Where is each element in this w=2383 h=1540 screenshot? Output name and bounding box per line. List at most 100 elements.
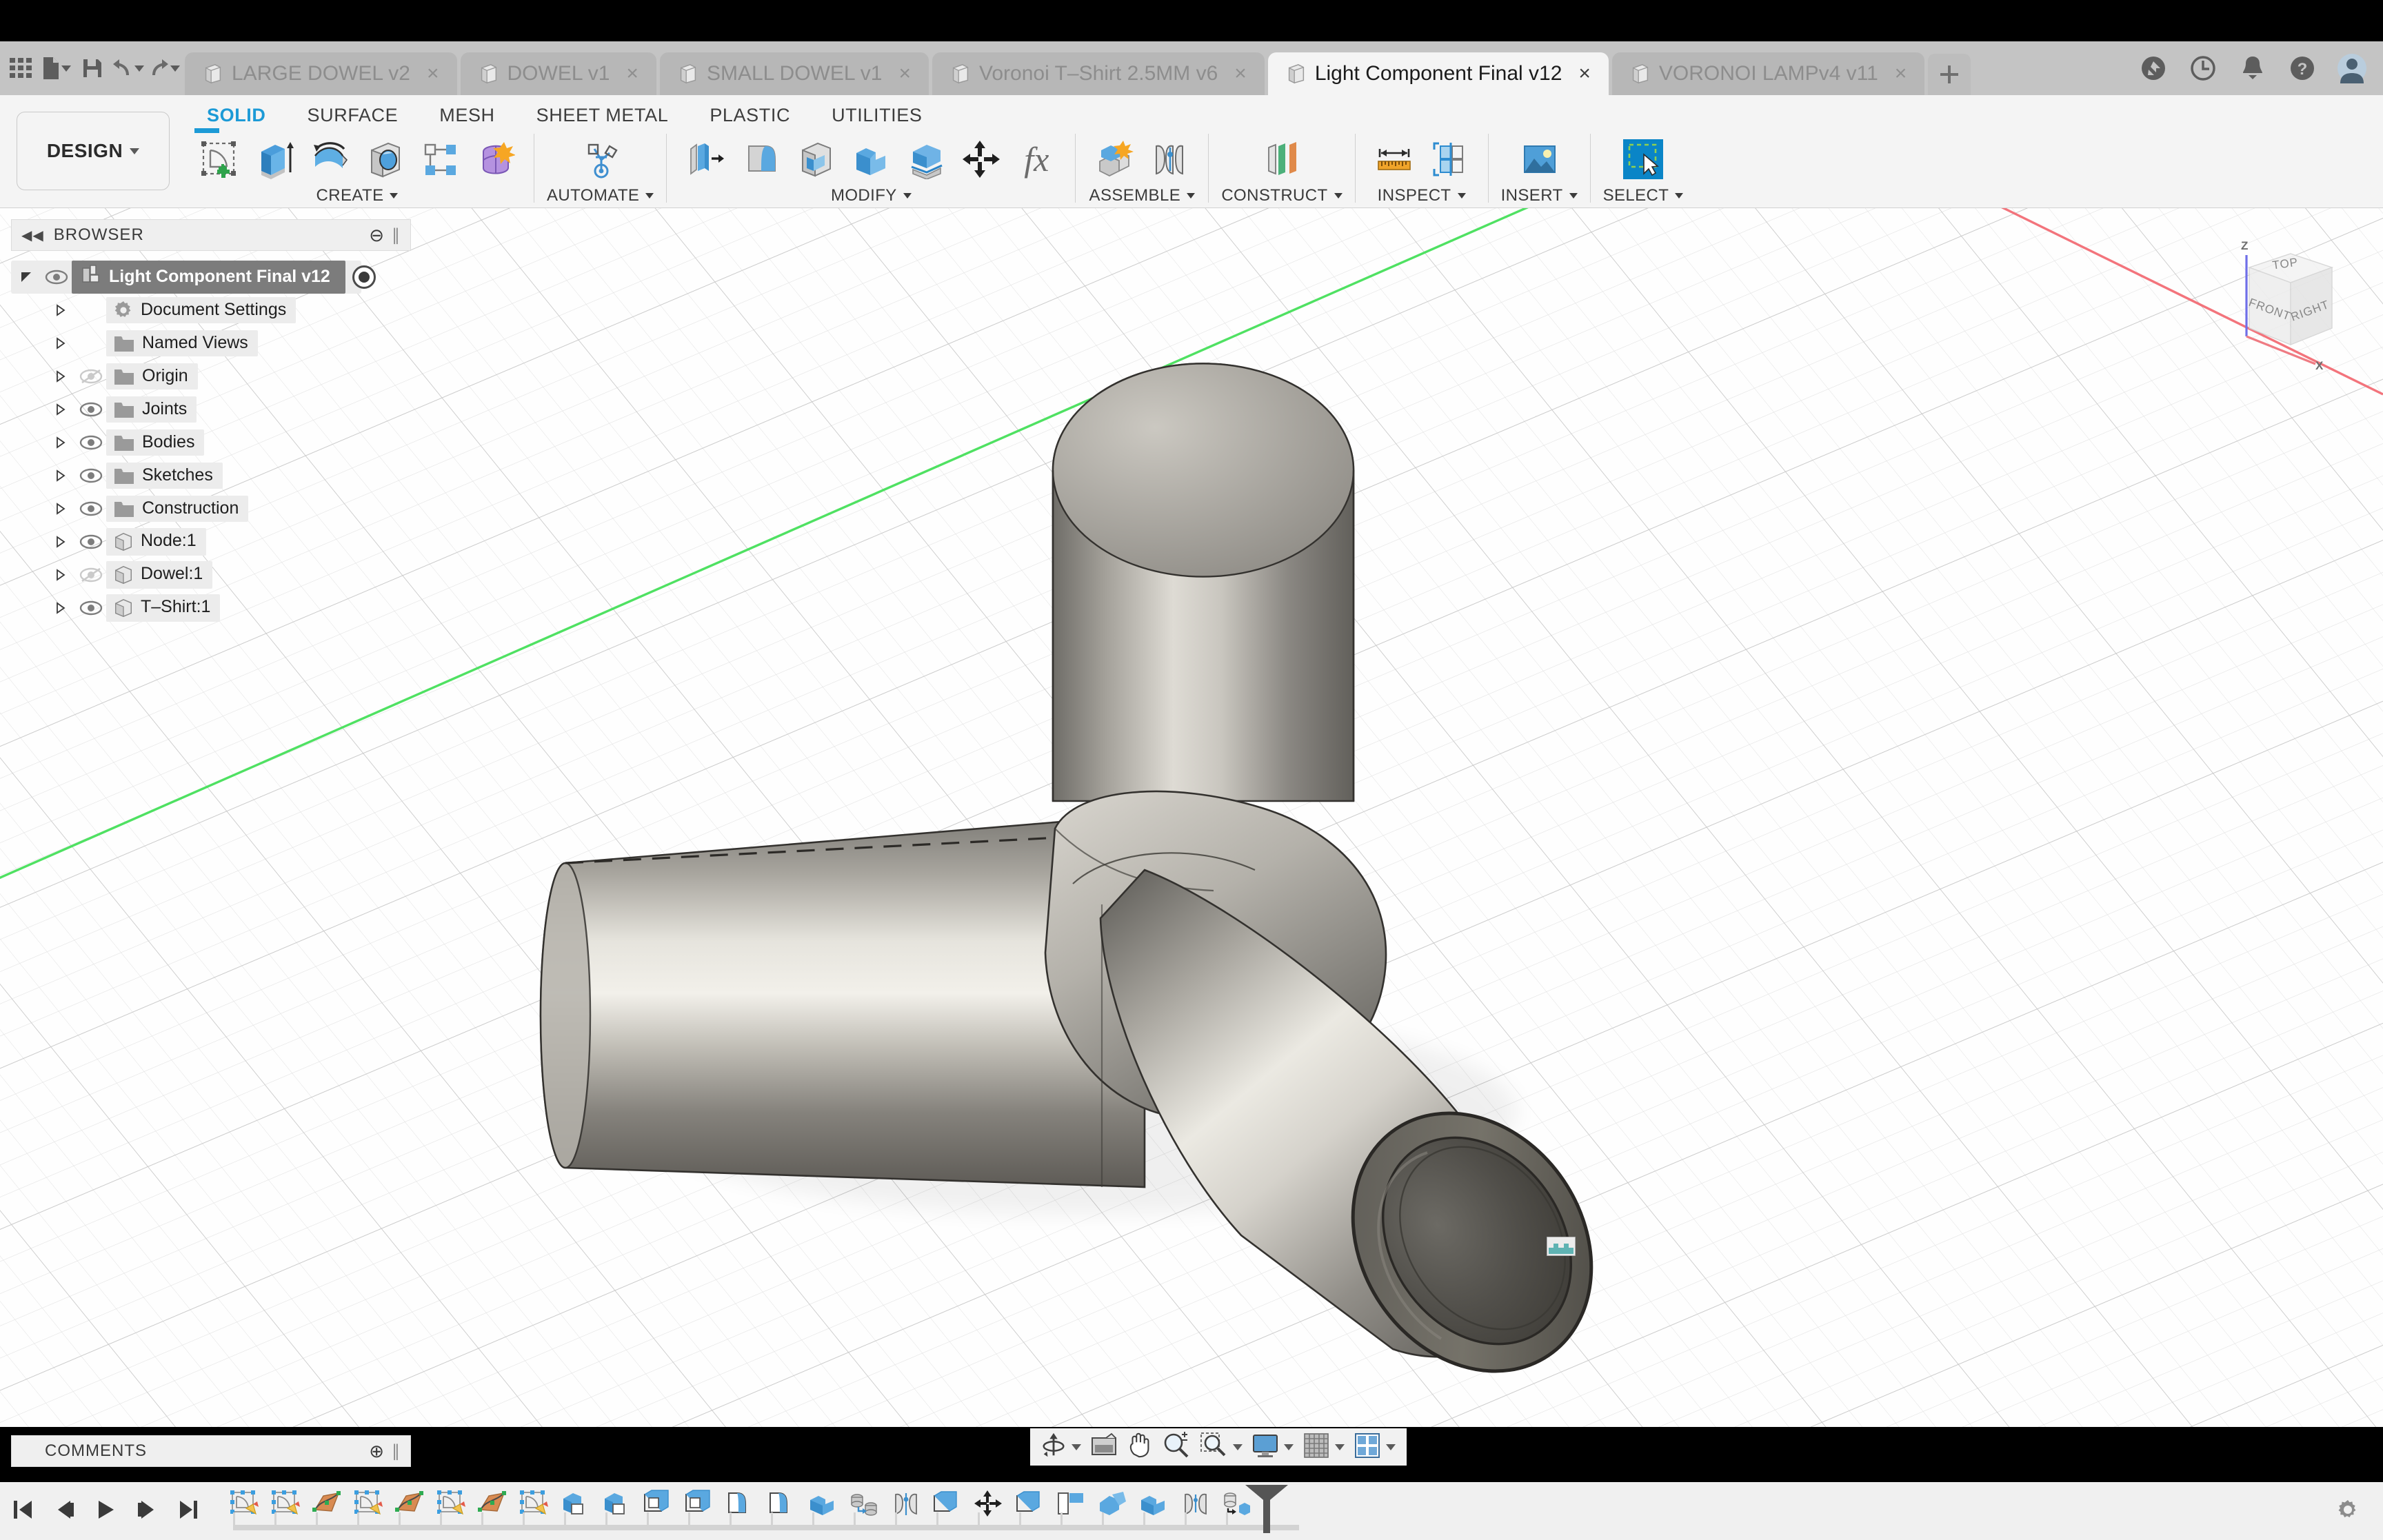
browser-item-t-shirt-1[interactable]: T–Shirt:1 <box>11 591 411 625</box>
cube-body[interactable]: TOP FRONT RIGHT <box>2247 254 2332 345</box>
chevron-down-icon[interactable] <box>903 193 912 199</box>
chevron-down-icon[interactable] <box>1675 193 1683 199</box>
combine-icon[interactable] <box>845 134 897 185</box>
expand-arrow-icon[interactable] <box>46 536 76 548</box>
move-copy-icon[interactable] <box>955 134 1007 185</box>
expand-arrow-icon[interactable] <box>46 469 76 482</box>
shell-icon[interactable] <box>790 134 842 185</box>
play-button[interactable] <box>90 1482 121 1540</box>
orbit-button[interactable] <box>1037 1428 1085 1466</box>
panel-label[interactable]: CREATE <box>316 186 399 205</box>
timeline-feature-pattern[interactable] <box>844 1482 885 1540</box>
zoom-window-button[interactable] <box>1196 1428 1247 1466</box>
timeline-feature-shell[interactable] <box>678 1482 720 1540</box>
ribbon-tab-plastic[interactable]: PLASTIC <box>689 105 811 126</box>
panel-label[interactable]: SELECT <box>1603 186 1684 205</box>
add-comment-icon[interactable]: ⊕ <box>369 1441 385 1462</box>
panel-label[interactable]: MODIFY <box>831 186 912 205</box>
view-cube[interactable]: Z X TOP FRONT RIGHT <box>2206 227 2365 372</box>
panel-label[interactable]: INSPECT <box>1378 186 1466 205</box>
resize-handle[interactable]: ∥ <box>392 1441 401 1461</box>
browser-item-document-settings[interactable]: Document Settings <box>11 294 411 327</box>
timeline-feature-fillet[interactable] <box>761 1482 803 1540</box>
timeline-feature-extrude[interactable] <box>554 1482 596 1540</box>
go-to-beginning-button[interactable] <box>7 1482 39 1540</box>
create-sketch-icon[interactable] <box>193 134 245 185</box>
browser-item-bodies[interactable]: Bodies <box>11 426 411 459</box>
expand-arrow-icon[interactable] <box>46 436 76 449</box>
visibility-icon[interactable] <box>41 269 72 285</box>
expand-arrow-icon[interactable] <box>46 403 76 416</box>
ribbon-tab-solid[interactable]: SOLID <box>186 105 287 126</box>
as-built-joint-marker[interactable] <box>1547 1237 1576 1256</box>
chevron-down-icon[interactable] <box>1334 193 1343 199</box>
extrude-icon[interactable] <box>248 134 301 185</box>
timeline-settings-button[interactable] <box>2336 1498 2360 1525</box>
document-tab[interactable]: LARGE DOWEL v2× <box>185 52 457 95</box>
bell-icon[interactable] <box>2237 52 2269 84</box>
extension-icon[interactable] <box>2138 52 2169 84</box>
avatar[interactable] <box>2336 52 2368 84</box>
timeline-feature-combine[interactable] <box>803 1482 844 1540</box>
press-pull-icon[interactable] <box>679 134 732 185</box>
chevron-down-icon[interactable] <box>1284 1444 1294 1450</box>
joint-icon[interactable] <box>1143 134 1196 185</box>
app-grid-icon[interactable] <box>4 50 37 87</box>
chevron-down-icon[interactable] <box>1569 193 1578 199</box>
timeline-feature-loft[interactable] <box>389 1482 430 1540</box>
timeline-feature-fillet[interactable] <box>720 1482 761 1540</box>
change-parameters-icon[interactable]: fx <box>1010 134 1063 185</box>
visibility-icon[interactable] <box>76 467 106 484</box>
save-icon[interactable] <box>76 50 109 87</box>
chevron-down-icon[interactable] <box>645 193 654 199</box>
browser-item-origin[interactable]: Origin <box>11 360 411 393</box>
browser-item-named-views[interactable]: Named Views <box>11 327 411 360</box>
timeline-feature-extrude[interactable] <box>596 1482 637 1540</box>
timeline-marker[interactable] <box>1263 1490 1270 1533</box>
expand-arrow-icon[interactable] <box>11 271 41 283</box>
undo-icon[interactable] <box>112 50 145 87</box>
new-tab-button[interactable] <box>1928 54 1971 95</box>
ribbon-tab-sheet-metal[interactable]: SHEET METAL <box>516 105 690 126</box>
chevron-down-icon[interactable] <box>1458 193 1466 199</box>
help-icon[interactable]: ? <box>2286 52 2318 84</box>
section-analysis-icon[interactable] <box>1423 134 1476 185</box>
close-icon[interactable]: × <box>1234 62 1247 85</box>
browser-item-sketches[interactable]: Sketches <box>11 459 411 492</box>
timeline-feature-move[interactable] <box>968 1482 1009 1540</box>
offset-plane-icon[interactable] <box>1256 134 1308 185</box>
timeline-feature-loft[interactable] <box>306 1482 348 1540</box>
close-icon[interactable]: × <box>1895 62 1907 85</box>
timeline-feature-combine[interactable] <box>1134 1482 1175 1540</box>
visibility-icon[interactable] <box>76 534 106 550</box>
document-tab[interactable]: Voronoi T–Shirt 2.5MM v6× <box>932 52 1265 95</box>
chevron-down-icon[interactable] <box>1386 1444 1396 1450</box>
visibility-icon[interactable] <box>76 434 106 451</box>
generative-design-icon[interactable] <box>574 134 627 185</box>
timeline-feature-shell[interactable] <box>637 1482 678 1540</box>
file-icon[interactable] <box>40 50 73 87</box>
document-tab[interactable]: VORONOI LAMPv4 v11× <box>1612 52 1924 95</box>
visibility-icon[interactable] <box>76 600 106 616</box>
grid-snaps-button[interactable] <box>1299 1428 1349 1466</box>
select-icon[interactable] <box>1617 134 1669 185</box>
rib-icon[interactable] <box>414 134 466 185</box>
close-icon[interactable]: × <box>898 62 911 85</box>
timeline-feature-copy[interactable] <box>1009 1482 1051 1540</box>
chevron-down-icon[interactable] <box>134 65 144 72</box>
pan-button[interactable] <box>1123 1428 1157 1466</box>
panel-label[interactable]: INSERT <box>1501 186 1578 205</box>
visibility-icon[interactable] <box>76 567 106 583</box>
expand-arrow-icon[interactable] <box>46 503 76 515</box>
form-icon[interactable] <box>469 134 521 185</box>
revolve-icon[interactable] <box>303 134 356 185</box>
timeline-feature-copy[interactable] <box>927 1482 968 1540</box>
hole-icon[interactable] <box>359 134 411 185</box>
workspace-selector[interactable]: DESIGN <box>17 112 170 190</box>
document-tab[interactable]: SMALL DOWEL v1× <box>660 52 929 95</box>
visibility-icon[interactable] <box>76 401 106 418</box>
chevron-down-icon[interactable] <box>1335 1444 1345 1450</box>
close-icon[interactable]: × <box>427 62 439 85</box>
timeline-feature-mirror[interactable] <box>885 1482 927 1540</box>
panel-label[interactable]: CONSTRUCT <box>1221 186 1342 205</box>
